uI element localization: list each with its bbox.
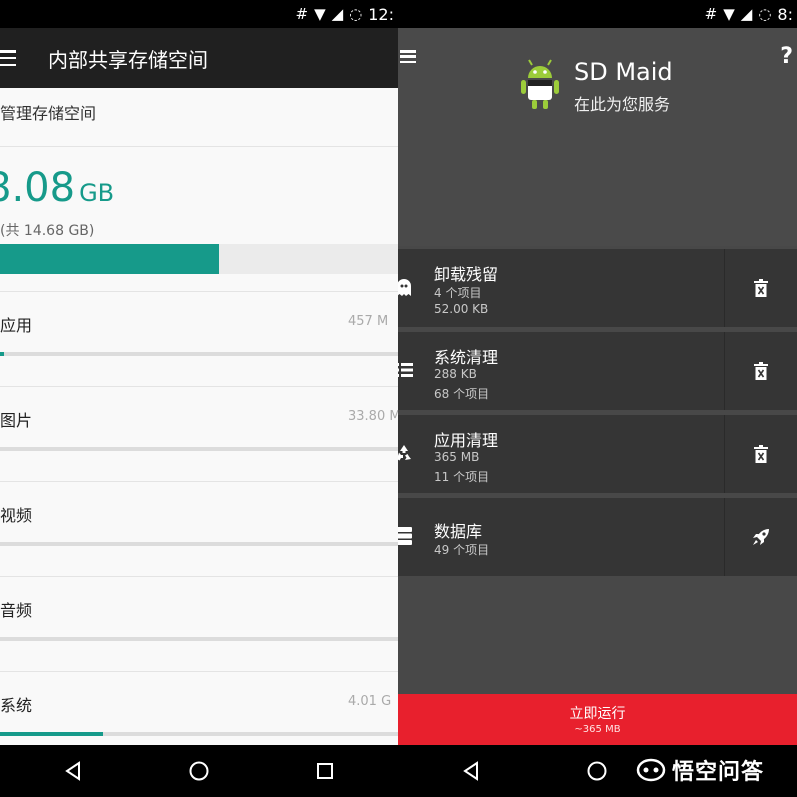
wifi-icon: ▼ (723, 4, 735, 23)
status-bar: # ▼ ◢ ◌ 12: (0, 0, 398, 28)
category-name: 系统 (0, 696, 33, 715)
sync-icon: ◌ (349, 4, 363, 23)
home-icon[interactable] (585, 759, 609, 783)
tool-app-cleaner[interactable]: 应用清理 365 MB 11 个项目 (398, 415, 797, 493)
tool-name: 系统清理 (434, 348, 499, 367)
app-header: ? SD Maid 在此为您服务 (398, 28, 797, 246)
category-bar (0, 447, 398, 451)
delete-button[interactable] (725, 249, 797, 327)
tool-name: 卸载残留 (434, 265, 499, 284)
list-icon (398, 363, 413, 377)
category-bar-fill (0, 352, 4, 356)
tool-databases[interactable]: 数据库 49 个项目 (398, 498, 797, 576)
run-sub-label: ~365 MB (574, 724, 621, 735)
tool-detail: 68 个项目 (434, 387, 490, 401)
hash-icon: # (295, 4, 309, 23)
delete-button[interactable] (725, 332, 797, 410)
database-icon (398, 527, 412, 545)
total-storage: (共 14.68 GB) (0, 223, 95, 239)
divider (0, 146, 398, 147)
manage-storage-link[interactable]: 管理存储空间 (0, 100, 96, 124)
delete-icon (754, 279, 768, 297)
category-name: 应用 (0, 316, 33, 335)
category-bar (0, 352, 398, 356)
category-size: 33.80 M (348, 409, 398, 424)
category-size: 4.01 G (348, 694, 392, 709)
hash-icon: # (704, 4, 718, 23)
tool-detail: 4 个项目 (434, 286, 482, 300)
tool-name: 应用清理 (434, 431, 499, 450)
category-apps[interactable]: 应用 457 M (0, 292, 398, 387)
used-value: 8.08 (0, 165, 76, 211)
toolbar: 内部共享存储空间 (0, 28, 398, 88)
optimize-button[interactable] (725, 498, 797, 576)
tool-detail: 49 个项目 (434, 543, 490, 557)
run-now-button[interactable]: 立即运行 ~365 MB (398, 694, 797, 745)
status-time: 8: (777, 4, 793, 24)
run-label: 立即运行 (569, 706, 626, 722)
category-bar (0, 637, 398, 641)
wukong-logo-icon (636, 758, 666, 782)
tool-name: 数据库 (434, 522, 483, 541)
delete-icon (754, 362, 768, 380)
sd-maid-screen: # ▼ ◢ ◌ 8: ? SD Maid 在此为您服务 卸载残留 4 个项目 5… (398, 0, 797, 745)
wifi-icon: ▼ (314, 4, 326, 23)
storage-usage-fill (0, 244, 219, 274)
tool-detail: 52.00 KB (434, 302, 489, 316)
page-title: 内部共享存储空间 (48, 47, 208, 72)
app-tagline: 在此为您服务 (574, 95, 671, 114)
ghost-icon (398, 279, 411, 296)
delete-icon (754, 445, 768, 463)
back-icon[interactable] (459, 759, 483, 783)
used-unit: GB (79, 179, 115, 207)
category-name: 图片 (0, 411, 33, 430)
category-bar (0, 542, 398, 546)
help-icon[interactable]: ? (780, 44, 793, 69)
tool-system-cleaner[interactable]: 系统清理 288 KB 68 个项目 (398, 332, 797, 410)
rocket-icon (753, 529, 769, 545)
android-logo-icon (521, 59, 559, 109)
watermark: 悟空问答 (636, 755, 764, 785)
category-size: 457 M (348, 314, 389, 329)
tool-detail: 365 MB (434, 450, 480, 464)
tool-corpse-finder[interactable]: 卸载残留 4 个项目 52.00 KB (398, 249, 797, 327)
tool-detail: 288 KB (434, 367, 477, 381)
sync-icon: ◌ (758, 4, 772, 23)
app-name: SD Maid (574, 58, 673, 86)
category-bar-fill (0, 732, 104, 736)
category-audio[interactable]: 音频 (0, 577, 398, 672)
storage-screen: # ▼ ◢ ◌ 12: 内部共享存储空间 管理存储空间 8.08GB (共 14… (0, 0, 398, 745)
category-images[interactable]: 图片 33.80 M (0, 387, 398, 482)
watermark-text: 悟空问答 (672, 760, 765, 785)
recents-icon[interactable] (313, 759, 337, 783)
status-time: 12: (368, 4, 394, 24)
menu-icon[interactable] (400, 50, 416, 63)
category-video[interactable]: 视频 (0, 482, 398, 577)
tool-detail: 11 个项目 (434, 470, 490, 484)
delete-button[interactable] (725, 415, 797, 493)
status-bar: # ▼ ◢ ◌ 8: (398, 0, 797, 28)
recycle-icon (398, 445, 411, 461)
used-storage: 8.08GB (0, 168, 114, 208)
home-icon[interactable] (187, 759, 211, 783)
storage-usage-bar (0, 244, 398, 274)
signal-icon: ◢ (740, 4, 753, 23)
category-bar (0, 732, 398, 736)
menu-icon[interactable] (0, 50, 16, 66)
category-name: 视频 (0, 506, 33, 525)
back-icon[interactable] (61, 759, 85, 783)
category-name: 音频 (0, 601, 33, 620)
category-system[interactable]: 系统 4.01 G (0, 672, 398, 745)
signal-icon: ◢ (331, 4, 344, 23)
